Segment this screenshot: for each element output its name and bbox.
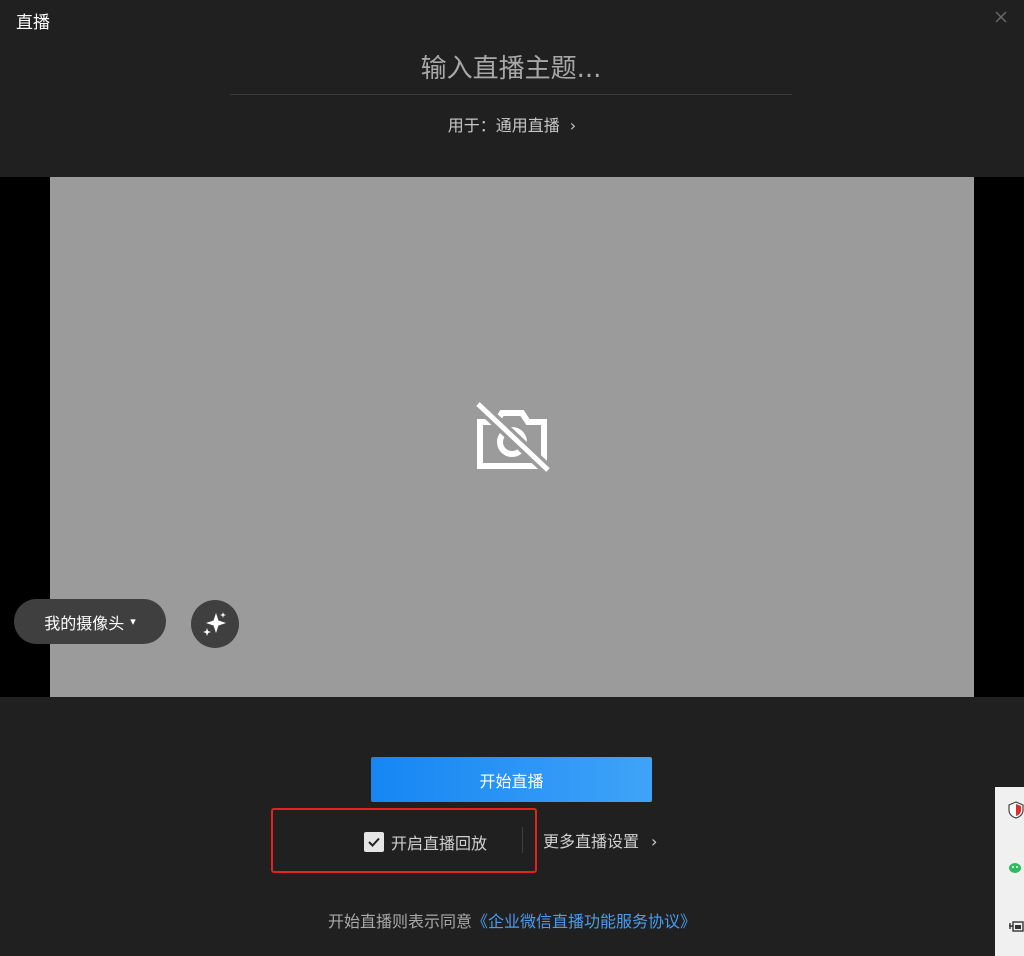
shield-icon[interactable]	[1008, 801, 1024, 819]
chevron-right-icon: ›	[651, 832, 658, 851]
start-live-button[interactable]: 开始直播	[371, 757, 652, 802]
sparkle-icon	[203, 612, 226, 636]
caret-down-icon: ▾	[130, 615, 136, 628]
camera-selector[interactable]: 我的摄像头 ▾	[14, 599, 166, 644]
close-icon[interactable]	[992, 8, 1010, 26]
window-title: 直播	[16, 13, 50, 33]
more-settings-link[interactable]: 更多直播设置 ›	[543, 828, 657, 856]
live-stream-window: 直播 输入直播主题... 用于：通用直播 › 我的摄像头 ▾ 开始直播 开启直播…	[0, 0, 1024, 956]
camera-off-icon	[473, 399, 554, 476]
chevron-right-icon: ›	[569, 116, 577, 135]
topic-input[interactable]: 输入直播主题...	[230, 44, 792, 95]
highlight-annotation	[271, 808, 537, 873]
agreement-prefix: 开始直播则表示同意	[327, 912, 472, 931]
agreement-link[interactable]: 《企业微信直播功能服务协议》	[472, 912, 696, 931]
beauty-effect-button[interactable]	[191, 600, 239, 648]
more-settings-label: 更多直播设置	[543, 832, 640, 851]
usage-label: 用于：通用直播	[447, 116, 560, 135]
camera-selector-label: 我的摄像头	[44, 613, 125, 633]
system-tray-strip	[995, 787, 1024, 956]
usage-selector[interactable]: 用于：通用直播 ›	[0, 112, 1024, 140]
battery-plug-icon[interactable]	[1008, 917, 1024, 935]
wechat-icon[interactable]	[1008, 859, 1024, 877]
agreement-notice: 开始直播则表示同意《企业微信直播功能服务协议》	[0, 908, 1024, 936]
